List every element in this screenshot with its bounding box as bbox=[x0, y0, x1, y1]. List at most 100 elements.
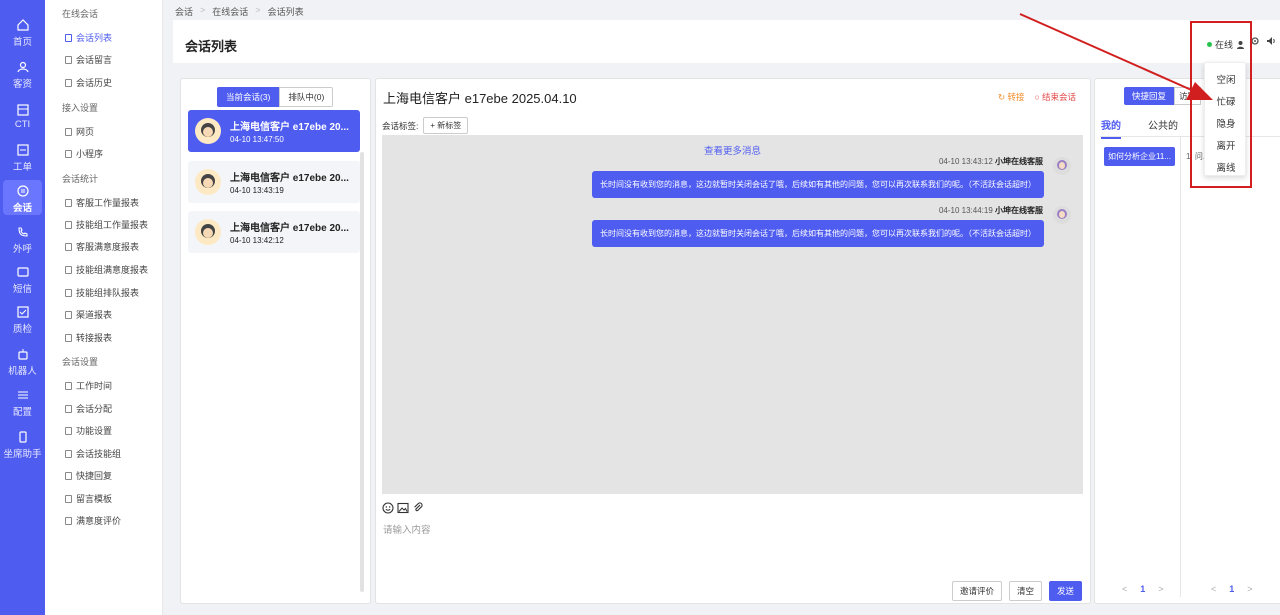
avatar bbox=[195, 219, 221, 245]
menu-item-satisfaction-eval[interactable]: 满意度评价 bbox=[65, 514, 121, 527]
nav-config[interactable]: 配置 bbox=[0, 388, 45, 418]
menu-item-agent-satisfaction[interactable]: 客服满意度报表 bbox=[65, 240, 139, 253]
pager-next[interactable]: > bbox=[1247, 584, 1252, 594]
pager-prev[interactable]: < bbox=[1211, 584, 1216, 594]
message-area: 查看更多消息 04-10 13:43:12 小坤在线客服 长时间没有收到您的消息… bbox=[382, 135, 1083, 494]
conversation-time: 04-10 13:47:50 bbox=[230, 135, 284, 144]
menu-item-agent-workload[interactable]: 客服工作量报表 bbox=[65, 196, 139, 209]
menu-item-skill-group[interactable]: 会话技能组 bbox=[65, 447, 121, 460]
chat-icon bbox=[16, 185, 29, 197]
document-icon bbox=[65, 404, 72, 413]
breadcrumb-item[interactable]: 会话 bbox=[175, 5, 193, 18]
document-icon bbox=[65, 449, 72, 458]
nav-cti[interactable]: CTI bbox=[0, 103, 45, 130]
nav-ticket[interactable]: 工单 bbox=[0, 143, 45, 173]
tab-quick-reply[interactable]: 快捷回复 bbox=[1124, 87, 1175, 105]
menu-item-conversation-list[interactable]: 会话列表 bbox=[65, 31, 112, 44]
nav-contacts[interactable]: 客资 bbox=[0, 60, 45, 90]
menu-label: 技能组排队报表 bbox=[76, 288, 140, 298]
nav-chat[interactable]: 会话 bbox=[3, 180, 42, 215]
tag-row: 会话标签: + 新标签 bbox=[382, 117, 469, 134]
menu-item-web[interactable]: 网页 bbox=[65, 125, 94, 138]
document-icon bbox=[65, 127, 72, 136]
nav-outbound-label: 外呼 bbox=[12, 244, 32, 255]
conversation-time: 04-10 13:43:19 bbox=[230, 186, 284, 195]
menu-item-message-template[interactable]: 留言模板 bbox=[65, 492, 112, 505]
menu-item-transfer[interactable]: 转接报表 bbox=[65, 331, 112, 344]
pager-prev[interactable]: < bbox=[1122, 584, 1127, 594]
transfer-label: 转接 bbox=[1007, 92, 1025, 102]
chat-title: 上海电信客户 e17ebe 2025.04.10 bbox=[383, 91, 577, 106]
menu-item-group-satisfaction[interactable]: 技能组满意度报表 bbox=[65, 263, 148, 276]
list-scrollbar[interactable] bbox=[360, 152, 364, 592]
menu-item-group-queue[interactable]: 技能组排队报表 bbox=[65, 286, 139, 299]
robot-icon bbox=[17, 349, 28, 360]
document-icon bbox=[65, 516, 72, 525]
load-more-link[interactable]: 查看更多消息 bbox=[382, 143, 1083, 157]
menu-item-function[interactable]: 功能设置 bbox=[65, 424, 112, 437]
nav-robot-label: 机器人 bbox=[8, 366, 37, 377]
secondary-menu: 在线会话 会话列表 会话留言 会话历史 接入设置 网页 小程序 会话统计 客服工… bbox=[45, 0, 163, 615]
menu-label: 渠道报表 bbox=[76, 310, 113, 320]
nav-robot[interactable]: 机器人 bbox=[0, 347, 45, 377]
menu-item-quick-reply[interactable]: 快捷回复 bbox=[65, 469, 112, 482]
menu-label: 网页 bbox=[76, 127, 95, 137]
emoji-icon[interactable] bbox=[382, 502, 394, 514]
pager-page[interactable]: 1 bbox=[1229, 584, 1234, 594]
nav-outbound[interactable]: 外呼 bbox=[0, 225, 45, 255]
menu-item-work-hours[interactable]: 工作时间 bbox=[65, 379, 112, 392]
invite-rating-button[interactable]: 邀请评价 bbox=[952, 581, 1003, 601]
speaker-icon[interactable] bbox=[1266, 36, 1276, 46]
tab-current[interactable]: 当前会话(3) bbox=[217, 87, 280, 107]
nav-home[interactable]: 首页 bbox=[0, 18, 45, 48]
conversation-name: 上海电信客户 e17ebe 20... bbox=[230, 122, 349, 133]
nav-quality[interactable]: 质检 bbox=[0, 305, 45, 335]
image-icon[interactable] bbox=[397, 502, 409, 514]
menu-item-group-workload[interactable]: 技能组工作量报表 bbox=[65, 218, 148, 231]
menu-group-stats: 会话统计 bbox=[62, 174, 99, 184]
nav-cti-label: CTI bbox=[14, 119, 31, 130]
document-icon bbox=[65, 288, 72, 297]
nav-agent-assistant[interactable]: 坐席助手 bbox=[0, 430, 45, 460]
settings-sliders-icon bbox=[17, 391, 28, 399]
nav-sms[interactable]: 短信 bbox=[0, 265, 45, 295]
transfer-button[interactable]: ↻ 转接 bbox=[998, 91, 1025, 103]
document-icon bbox=[65, 333, 72, 342]
document-icon bbox=[65, 55, 72, 64]
menu-group-online: 在线会话 bbox=[62, 9, 99, 19]
message-sender: 小坤在线客服 bbox=[995, 157, 1043, 166]
menu-item-miniprogram[interactable]: 小程序 bbox=[65, 147, 103, 160]
menu-label: 转接报表 bbox=[76, 333, 113, 343]
menu-item-history[interactable]: 会话历史 bbox=[65, 76, 112, 89]
pager-page[interactable]: 1 bbox=[1140, 584, 1145, 594]
attachment-icon[interactable] bbox=[412, 502, 424, 514]
document-icon bbox=[65, 78, 72, 87]
menu-item-allocation[interactable]: 会话分配 bbox=[65, 402, 112, 415]
quick-reply-category[interactable]: 如何分析企业11... bbox=[1104, 147, 1175, 166]
message-input[interactable]: 请输入内容 bbox=[383, 522, 431, 536]
input-toolbar bbox=[382, 502, 424, 514]
conversation-name: 上海电信客户 e17ebe 20... bbox=[230, 173, 349, 184]
menu-label: 满意度评价 bbox=[76, 516, 122, 526]
tab-queue[interactable]: 排队中(0) bbox=[279, 87, 334, 107]
agent-avatar bbox=[1053, 206, 1071, 224]
send-button[interactable]: 发送 bbox=[1049, 581, 1083, 601]
menu-item-channel[interactable]: 渠道报表 bbox=[65, 308, 112, 321]
agent-avatar bbox=[1053, 157, 1071, 175]
conversation-item[interactable]: 上海电信客户 e17ebe 20... 04-10 13:43:19 bbox=[188, 161, 360, 203]
annotation-highlight-box bbox=[1190, 21, 1252, 188]
icon-rail: 首页 客资 CTI 工单 会话 外呼 短信 质检 机器人 配置 坐席助手 bbox=[0, 0, 45, 615]
end-chat-button[interactable]: ○ 结束会话 bbox=[1035, 91, 1077, 103]
breadcrumb-item[interactable]: 在线会话 bbox=[212, 5, 248, 18]
header-icons bbox=[1250, 36, 1276, 46]
menu-label: 客服满意度报表 bbox=[76, 242, 140, 252]
pager-next[interactable]: > bbox=[1158, 584, 1163, 594]
clear-button[interactable]: 清空 bbox=[1009, 581, 1043, 601]
conversation-item[interactable]: 上海电信客户 e17ebe 20... 04-10 13:47:50 bbox=[188, 110, 360, 152]
conversation-item[interactable]: 上海电信客户 e17ebe 20... 04-10 13:42:12 bbox=[188, 211, 360, 253]
new-tag-button[interactable]: + 新标签 bbox=[423, 117, 469, 134]
menu-item-messages[interactable]: 会话留言 bbox=[65, 53, 112, 66]
outbound-call-icon bbox=[17, 227, 28, 237]
conversation-list-panel bbox=[180, 78, 371, 604]
message-bubble: 长时间没有收到您的消息，这边就暂时关闭会话了哦，后续如有其他的问题，您可以再次联… bbox=[592, 220, 1044, 247]
